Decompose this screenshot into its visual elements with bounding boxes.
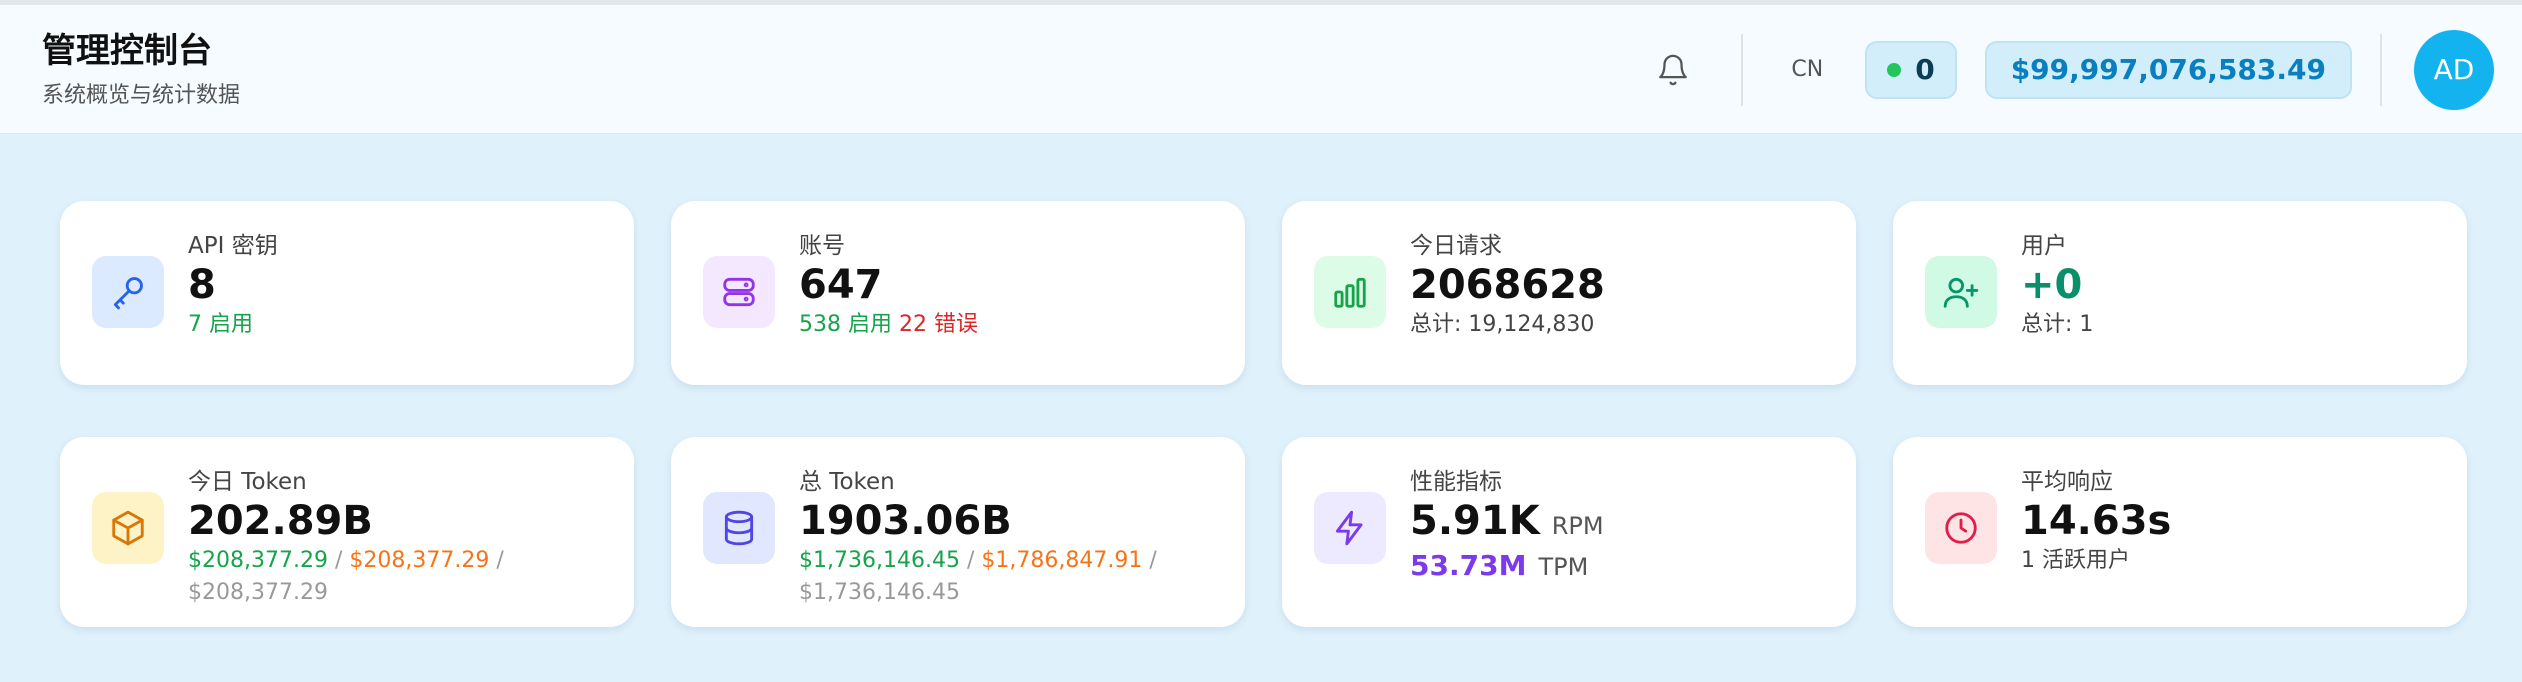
tpm-unit: TPM bbox=[1538, 553, 1589, 581]
card-label: 平均响应 bbox=[2021, 469, 2113, 495]
cost-actual: $208,377.29 bbox=[188, 548, 328, 573]
page-subtitle: 系统概览与统计数据 bbox=[42, 83, 241, 108]
rpm-value: 5.91K bbox=[1410, 498, 1540, 544]
tpm-value: 53.73M bbox=[1410, 549, 1527, 582]
header-divider bbox=[1741, 33, 1744, 106]
clock-icon bbox=[1925, 492, 1997, 564]
card-today-requests: 今日请求 2068628 总计: 19,124,830 bbox=[1282, 201, 1856, 385]
user-plus-icon bbox=[1925, 256, 1997, 328]
rpm-row: 5.91K RPM bbox=[1410, 497, 1836, 550]
card-avg-response: 平均响应 14.63s 1 活跃用户 bbox=[1893, 437, 2467, 627]
card-total: 总计: 1 bbox=[2021, 312, 2094, 337]
cost-account: $1,736,146.45 bbox=[799, 580, 960, 605]
card-label: 今日请求 bbox=[1410, 233, 1502, 259]
card-value: 202.89B bbox=[188, 498, 373, 544]
tpm-row: 53.73M TPM bbox=[1410, 550, 1836, 585]
rpm-unit: RPM bbox=[1551, 512, 1604, 540]
card-performance: 性能指标 5.91K RPM 53.73M TPM bbox=[1282, 437, 1856, 627]
card-accounts: 账号 647 538 启用 22 错误 bbox=[671, 201, 1245, 385]
server-icon bbox=[703, 256, 775, 328]
enabled-count: 538 启用 bbox=[799, 312, 892, 337]
card-label: 今日 Token bbox=[188, 469, 307, 495]
card-total-token: 总 Token 1903.06B $1,736,146.45 / $1,786,… bbox=[671, 437, 1245, 627]
card-label: 账号 bbox=[799, 233, 845, 259]
card-users: 用户 +0 总计: 1 bbox=[1893, 201, 2467, 385]
card-label: API 密钥 bbox=[188, 233, 278, 259]
title-block: 管理控制台 系统概览与统计数据 bbox=[42, 29, 240, 109]
key-icon bbox=[92, 256, 164, 328]
app-header: 管理控制台 系统概览与统计数据 CN 0 $99,997,076,583.49 … bbox=[0, 5, 2522, 134]
card-total: 总计: 19,124,830 bbox=[1410, 312, 1595, 337]
active-users: 1 活跃用户 bbox=[2021, 548, 2130, 573]
card-today-token: 今日 Token 202.89B $208,377.29 / $208,377.… bbox=[60, 437, 634, 627]
card-value: 14.63s bbox=[2021, 498, 2172, 544]
bar-chart-icon bbox=[1314, 256, 1386, 328]
avatar[interactable]: AD bbox=[2414, 29, 2494, 110]
header-actions: CN 0 $99,997,076,583.49 AD bbox=[1653, 5, 2494, 134]
status-count: 0 bbox=[1915, 53, 1935, 86]
card-label: 用户 bbox=[2021, 233, 2067, 259]
bolt-icon bbox=[1314, 492, 1386, 564]
cube-icon bbox=[92, 492, 164, 564]
card-value: 1903.06B bbox=[799, 498, 1012, 544]
status-pill[interactable]: 0 bbox=[1865, 40, 1957, 99]
card-value: 647 bbox=[799, 262, 883, 308]
error-count: 22 错误 bbox=[899, 312, 978, 337]
cost-standard: $1,786,847.91 bbox=[981, 548, 1143, 573]
status-dot bbox=[1887, 62, 1902, 77]
header-divider-2 bbox=[2380, 33, 2382, 106]
card-value: +0 bbox=[2021, 262, 2083, 308]
card-value: 2068628 bbox=[1410, 262, 1605, 308]
page-title: 管理控制台 bbox=[42, 31, 212, 71]
database-icon bbox=[703, 492, 775, 564]
card-label: 性能指标 bbox=[1410, 469, 1502, 495]
card-value: 8 bbox=[188, 262, 216, 308]
bell-icon[interactable] bbox=[1653, 50, 1693, 90]
cost-account: $208,377.29 bbox=[188, 580, 328, 605]
card-api-keys: API 密钥 8 7 启用 bbox=[60, 201, 634, 385]
cost-standard: $208,377.29 bbox=[349, 548, 490, 573]
cost-actual: $1,736,146.45 bbox=[799, 548, 960, 573]
card-label: 总 Token bbox=[799, 469, 895, 495]
balance-pill[interactable]: $99,997,076,583.49 bbox=[1984, 40, 2352, 99]
enabled-count: 7 启用 bbox=[188, 312, 253, 337]
language-switch[interactable]: CN bbox=[1791, 57, 1823, 82]
